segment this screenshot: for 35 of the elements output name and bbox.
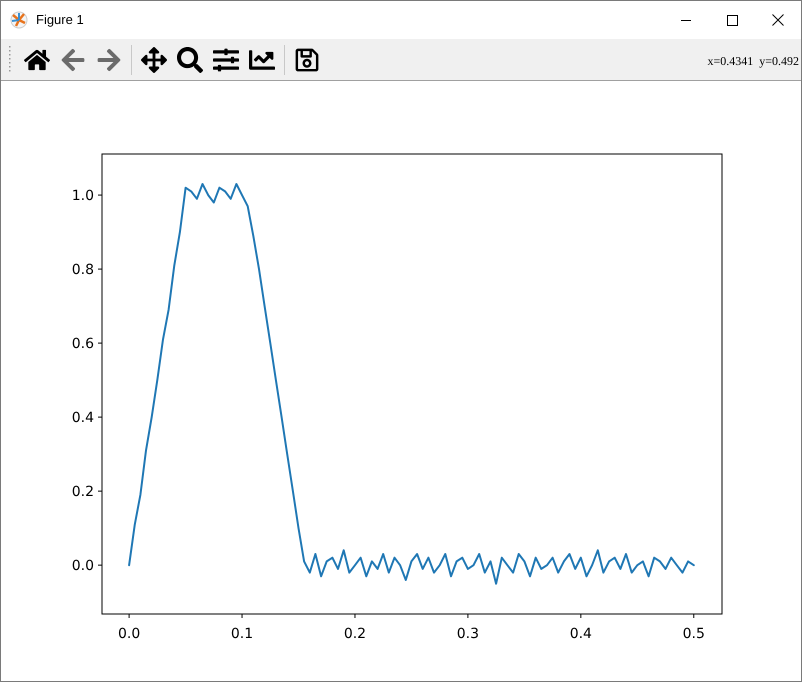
save-icon (294, 46, 320, 72)
move-arrows-icon (141, 46, 167, 72)
search-icon (177, 46, 203, 72)
x-tick-label: 0.0 (118, 626, 140, 642)
app-logo-icon (10, 11, 28, 29)
x-tick-label: 0.2 (344, 626, 366, 642)
cursor-coordinates: x=0.4341 y=0.492 (707, 53, 799, 70)
close-icon (772, 14, 784, 26)
sliders-icon (213, 46, 239, 72)
x-tick-label: 0.3 (456, 626, 480, 642)
tick-mark (467, 614, 468, 618)
back-arrow-icon (60, 46, 86, 72)
x-tick-label: 0.5 (682, 626, 705, 642)
tick-mark (98, 342, 102, 344)
x-tick-label: 0.4 (570, 626, 592, 642)
tick-mark (580, 614, 582, 618)
y-tick-label: 0.6 (72, 336, 94, 352)
tick-mark (98, 490, 102, 492)
window-title: Figure 1 (36, 11, 84, 30)
tick-mark (128, 614, 130, 618)
x-tick-label: 0.1 (230, 626, 254, 642)
tick-mark (98, 194, 102, 196)
y-tick-label: 0.4 (72, 410, 94, 426)
maximize-icon (726, 14, 738, 26)
y-tick-label: 0.0 (72, 558, 94, 574)
y-tick-label: 1.0 (72, 188, 94, 204)
tick-mark (354, 614, 356, 618)
tick-mark (98, 416, 102, 418)
y-tick-label: 0.8 (72, 262, 94, 278)
tick-mark (242, 614, 243, 618)
tick-mark (98, 268, 102, 270)
tick-mark (693, 614, 694, 618)
tick-mark (98, 564, 102, 566)
y-tick-label: 0.2 (72, 484, 94, 500)
forward-arrow-icon (96, 46, 122, 72)
